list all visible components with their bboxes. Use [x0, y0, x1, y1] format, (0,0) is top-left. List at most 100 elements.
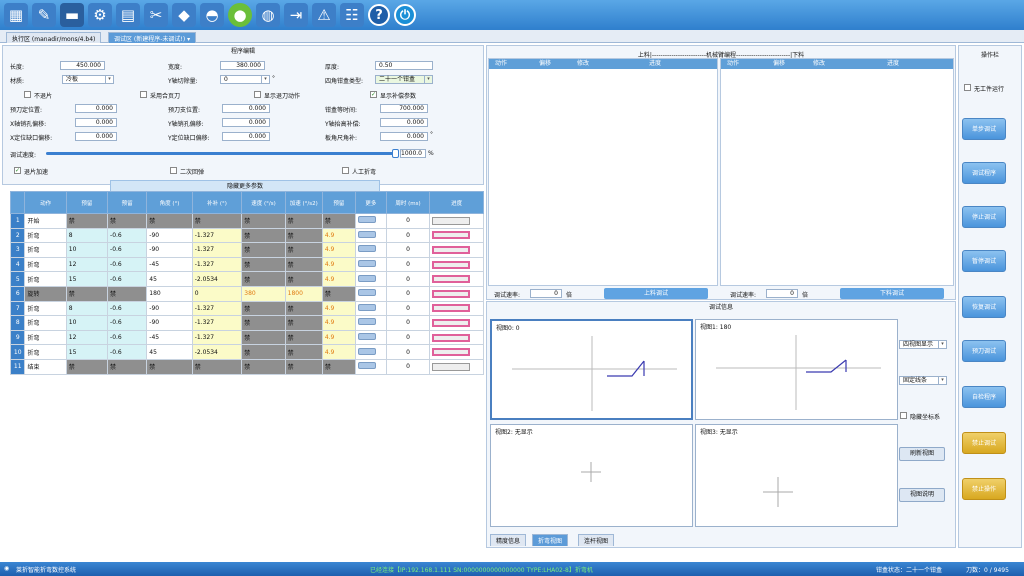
more-button[interactable]	[357, 230, 376, 238]
globe-icon[interactable]: ◍	[256, 3, 280, 27]
help-icon[interactable]: ?	[368, 4, 390, 26]
compensation-cell[interactable]: -2.0534	[191, 271, 243, 287]
y-pin-offset-input[interactable]: 0.000	[222, 118, 270, 127]
reserved-2-cell[interactable]: 禁	[107, 213, 148, 229]
pause-debug-button[interactable]: 暂停调试	[962, 250, 1006, 272]
accel-cell[interactable]: 禁	[284, 329, 323, 346]
view-1[interactable]: 视图1: 180	[695, 319, 898, 420]
y-notch-offset-input[interactable]: 0.000	[222, 132, 270, 141]
box-wait-time-input[interactable]: 700.000	[380, 104, 428, 113]
accel-cell[interactable]: 禁	[284, 344, 323, 360]
more-button[interactable]	[357, 274, 376, 282]
accel-cell[interactable]: 1800	[284, 285, 323, 302]
reserved-2-cell[interactable]: -0.6	[107, 227, 148, 244]
more-button[interactable]	[357, 318, 376, 326]
reserved-1-cell[interactable]: 禁	[65, 358, 109, 375]
action-cell[interactable]: 折弯	[24, 315, 67, 331]
refresh-view-button[interactable]: 刷新视图	[899, 447, 945, 461]
angle-cell[interactable]: 45	[146, 344, 193, 360]
more-button[interactable]	[357, 289, 376, 297]
action-cell[interactable]: 开始	[24, 213, 67, 229]
compensation-cell[interactable]: -1.327	[191, 242, 243, 258]
speed-cell[interactable]: 禁	[241, 344, 286, 360]
view-mode-select[interactable]: 四视图显示 ▾	[899, 340, 947, 349]
reserved-1-cell[interactable]: 15	[65, 344, 109, 360]
speed-cell[interactable]: 禁	[241, 315, 286, 331]
speed-cell[interactable]: 380	[241, 285, 286, 302]
compensation-cell[interactable]: 0	[191, 285, 243, 302]
resume-debug-button[interactable]: 恢复调试	[962, 296, 1006, 318]
reserved-2-cell[interactable]: -0.6	[107, 300, 148, 317]
table-row[interactable]: 1 开始禁禁禁禁禁禁禁 0	[9, 213, 484, 229]
accel-cell[interactable]: 禁	[284, 358, 323, 375]
table-row[interactable]: 10 折弯 15 -0.6 45 -2.0534 禁禁 4.9 0	[9, 344, 484, 360]
gear-icon[interactable]: ⚙	[88, 3, 112, 27]
reserved-3-cell[interactable]: 4.9	[321, 227, 356, 244]
show-comp-checkbox[interactable]: ✓	[370, 91, 377, 98]
compensation-cell[interactable]: -2.0534	[191, 344, 243, 360]
line-mode-select[interactable]: 固定线条 ▾	[899, 376, 947, 385]
stop-debug-button[interactable]: 停止调试	[962, 206, 1006, 228]
x-notch-offset-input[interactable]: 0.000	[75, 132, 117, 141]
speed-cell[interactable]: 禁	[241, 271, 286, 287]
table-row[interactable]: 11 结束禁禁禁禁禁禁禁 0	[9, 358, 484, 375]
action-cell[interactable]: 折弯	[24, 344, 67, 360]
compensation-cell[interactable]: 禁	[191, 358, 243, 375]
monitor-icon[interactable]: ▬	[60, 3, 84, 27]
slider-handle[interactable]	[392, 149, 399, 158]
reserved-3-cell[interactable]: 4.9	[321, 271, 356, 287]
reserved-3-cell[interactable]: 禁	[321, 358, 356, 375]
accel-cell[interactable]: 禁	[284, 300, 323, 317]
action-cell[interactable]: 折弯	[24, 329, 67, 346]
width-input[interactable]: 380.000	[220, 61, 265, 70]
corner-comp-input[interactable]: 0.000	[380, 132, 428, 141]
reserved-3-cell[interactable]: 4.9	[321, 315, 356, 331]
manual-bend-checkbox[interactable]	[342, 167, 349, 174]
show-retract-checkbox[interactable]	[254, 91, 261, 98]
hide-coords-checkbox[interactable]	[900, 412, 907, 419]
tab-precision-info[interactable]: 精度信息	[490, 534, 527, 546]
angle-cell[interactable]: 禁	[146, 358, 193, 375]
speed-cell[interactable]: 禁	[241, 256, 286, 273]
reserved-3-cell[interactable]: 禁	[321, 285, 356, 302]
reserved-1-cell[interactable]: 禁	[65, 213, 109, 229]
accel-cell[interactable]: 禁	[284, 271, 323, 287]
tab-execute[interactable]: 执行区 (manadir/mons/4.b4)	[6, 32, 102, 43]
view-2[interactable]: 视图2: 无显示	[490, 424, 693, 527]
angle-cell[interactable]: 180	[146, 285, 193, 302]
second-rebound-checkbox[interactable]	[170, 167, 177, 174]
more-button[interactable]	[357, 216, 376, 224]
material-select[interactable]: 冷板 ▾	[62, 75, 114, 84]
box-icon[interactable]: ◆	[172, 3, 196, 27]
angle-cell[interactable]: -90	[146, 227, 193, 244]
reserved-1-cell[interactable]: 12	[65, 256, 109, 273]
reserved-1-cell[interactable]: 12	[65, 329, 109, 346]
tab-debug[interactable]: 调试区 (新建程序-未调试!) ▾	[108, 32, 197, 43]
speed-cell[interactable]: 禁	[241, 227, 286, 244]
load-debug-button[interactable]: 上料调试	[604, 288, 708, 299]
tools-icon[interactable]: ✂	[144, 3, 168, 27]
accel-cell[interactable]: 禁	[284, 256, 323, 273]
more-button[interactable]	[357, 362, 376, 370]
table-row[interactable]: 3 折弯 10 -0.6 -90 -1.327 禁禁 4.9 0	[9, 242, 484, 258]
compensation-cell[interactable]: -1.327	[191, 256, 243, 273]
more-button[interactable]	[357, 245, 376, 253]
x-pin-offset-input[interactable]: 0.000	[75, 118, 117, 127]
table-row[interactable]: 4 折弯 12 -0.6 -45 -1.327 禁禁 4.9 0	[9, 256, 484, 273]
angle-cell[interactable]: 禁	[146, 213, 193, 229]
action-cell[interactable]: 折弯	[24, 256, 67, 273]
reserved-1-cell[interactable]: 8	[65, 227, 109, 244]
angle-cell[interactable]: -90	[146, 315, 193, 331]
compensation-cell[interactable]: -1.327	[191, 300, 243, 317]
reserved-2-cell[interactable]: -0.6	[107, 344, 148, 360]
reserved-2-cell[interactable]: -0.6	[107, 329, 148, 346]
speed-cell[interactable]: 禁	[241, 358, 286, 375]
dome-icon[interactable]: ◓	[200, 3, 224, 27]
no-retract-checkbox[interactable]	[24, 91, 31, 98]
action-cell[interactable]: 折弯	[24, 242, 67, 258]
reserved-2-cell[interactable]: -0.6	[107, 242, 148, 258]
more-button[interactable]	[357, 260, 376, 268]
no-workpiece-checkbox[interactable]	[964, 84, 971, 91]
debug-speed-slider[interactable]	[46, 152, 396, 155]
action-cell[interactable]: 折弯	[24, 271, 67, 287]
